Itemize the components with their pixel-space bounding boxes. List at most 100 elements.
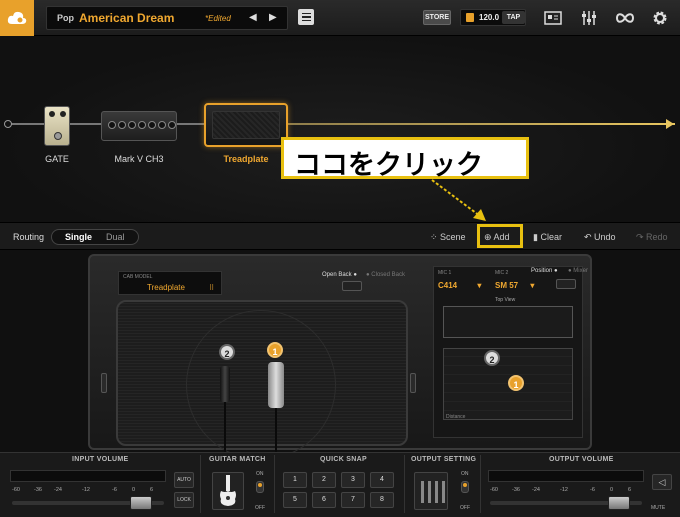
open-back-label[interactable]: Open Back ● xyxy=(322,272,357,278)
signal-cable-output xyxy=(270,123,675,125)
mic1-condenser-icon[interactable] xyxy=(268,362,284,408)
output-fader-knob[interactable] xyxy=(608,496,630,510)
routing-single[interactable]: Single xyxy=(65,232,92,242)
preset-category: Pop xyxy=(57,13,74,23)
add-highlight-box xyxy=(477,224,523,248)
gate-label: GATE xyxy=(45,154,69,164)
cab-block[interactable] xyxy=(204,103,288,147)
mic2-dynamic-icon[interactable] xyxy=(220,366,230,402)
routing-bar: Routing Single Dual ⁘ Scene ⊕ Add ▮ Clea… xyxy=(0,222,680,250)
divider xyxy=(274,455,275,513)
divider xyxy=(200,455,201,513)
speaker-icon[interactable]: ◁ xyxy=(652,474,672,490)
guitar-match-title: GUITAR MATCH xyxy=(209,456,266,463)
quick-snap-button[interactable]: 3 xyxy=(341,472,365,488)
guitar-match-toggle[interactable] xyxy=(256,481,264,493)
prev-preset-icon[interactable]: ◀ xyxy=(249,12,257,23)
mixer-icon[interactable] xyxy=(580,9,598,27)
quick-snap-button[interactable]: 2 xyxy=(312,472,336,488)
top-bar: Pop American Dream *Edited ◀ ▶ STORE 120… xyxy=(0,0,680,36)
mic-cable xyxy=(275,408,277,452)
cloud-icon[interactable] xyxy=(0,0,34,36)
cab-handle-left xyxy=(101,373,107,393)
closed-back-label[interactable]: ● Closed Back xyxy=(366,272,405,278)
output-off-label: OFF xyxy=(460,505,470,511)
tempo-display[interactable]: 120.0 TAP xyxy=(460,9,526,26)
scale-label: 0 xyxy=(132,487,136,493)
mic1-label: MIC 1 xyxy=(438,270,452,276)
output-volume-title: OUTPUT VOLUME xyxy=(549,456,614,463)
cab-model-selector[interactable]: CAB MODEL Treadplate ⠿ xyxy=(118,271,222,295)
scale-label: -6 xyxy=(112,487,117,493)
input-fader-knob[interactable] xyxy=(130,496,152,510)
scale-label: -36 xyxy=(512,487,520,493)
output-arrow-icon xyxy=(666,119,674,129)
scale-label: -60 xyxy=(12,487,20,493)
cab-handle-right xyxy=(410,373,416,393)
quick-snap-button[interactable]: 4 xyxy=(370,472,394,488)
input-volume-title: INPUT VOLUME xyxy=(72,456,129,463)
routing-label: Routing xyxy=(13,232,45,242)
mic2-badge[interactable]: 2 xyxy=(219,344,235,360)
presets-panel-icon[interactable] xyxy=(544,9,562,27)
chevron-down-icon: ▾ xyxy=(477,281,482,290)
divider xyxy=(404,455,405,513)
cab-label: Treadplate xyxy=(223,154,269,164)
quick-snap-button[interactable]: 8 xyxy=(370,492,394,508)
mixer-label[interactable]: ● Mixer xyxy=(568,268,588,274)
speaker-outline xyxy=(186,310,336,460)
store-button[interactable]: STORE xyxy=(423,10,451,25)
preset-menu-icon[interactable] xyxy=(298,9,314,25)
callout-box: ココをクリック xyxy=(281,137,529,181)
preset-selector[interactable]: Pop American Dream *Edited ◀ ▶ xyxy=(46,6,288,30)
scale-label: 6 xyxy=(150,487,154,493)
output-meter xyxy=(488,470,644,482)
mute-label[interactable]: MUTE xyxy=(651,505,665,511)
scale-label: -6 xyxy=(590,487,595,493)
mic2-label: MIC 2 xyxy=(495,270,509,276)
gear-icon[interactable] xyxy=(651,9,669,27)
callout-text: ココをクリック xyxy=(294,150,483,181)
output-setting-title: OUTPUT SETTING xyxy=(411,456,477,463)
routing-dual[interactable]: Dual xyxy=(106,232,125,242)
back-type-switch[interactable] xyxy=(342,281,362,291)
guitar-off-label: OFF xyxy=(255,505,265,511)
lock-icon[interactable] xyxy=(466,13,474,22)
quick-snap-button[interactable]: 1 xyxy=(283,472,307,488)
next-preset-icon[interactable]: ▶ xyxy=(269,12,277,23)
scale-label: -12 xyxy=(560,487,568,493)
mic-cable xyxy=(224,402,226,452)
guitar-match-button[interactable] xyxy=(212,472,244,510)
output-setting-button[interactable] xyxy=(414,472,448,510)
position-mixer-switch[interactable] xyxy=(556,279,576,289)
loop-icon[interactable] xyxy=(615,9,635,27)
mic1-position-badge[interactable]: 1 xyxy=(508,375,524,391)
quick-snap-button[interactable]: 6 xyxy=(312,492,336,508)
routing-toggle[interactable]: Single Dual xyxy=(51,229,139,245)
mic1-select[interactable]: C414 ▾ xyxy=(438,281,481,290)
grid-icon: ⠿ xyxy=(209,285,215,292)
preset-name: American Dream xyxy=(79,11,175,25)
distance-label: Distance xyxy=(446,414,466,420)
quick-snap-button[interactable]: 7 xyxy=(341,492,365,508)
app-window: Pop American Dream *Edited ◀ ▶ STORE 120… xyxy=(0,0,680,517)
mic1-badge[interactable]: 1 xyxy=(267,342,283,358)
redo-icon: ↷ xyxy=(636,232,647,242)
clear-button[interactable]: ▮ Clear xyxy=(533,232,562,243)
mic2-position-badge[interactable]: 2 xyxy=(484,350,500,366)
position-label[interactable]: Position ● xyxy=(531,268,558,274)
amp-block[interactable] xyxy=(101,111,177,141)
quick-snap-button[interactable]: 5 xyxy=(283,492,307,508)
gate-pedal[interactable] xyxy=(44,106,70,146)
undo-button[interactable]: ↶ Undo xyxy=(584,232,616,243)
redo-button[interactable]: ↷ Redo xyxy=(636,232,668,243)
mic2-select[interactable]: SM 57 ▾ xyxy=(495,281,534,290)
output-setting-toggle[interactable] xyxy=(461,481,469,493)
scene-button[interactable]: ⁘ Scene xyxy=(430,232,466,243)
divider xyxy=(480,455,481,513)
lock-button[interactable]: LOCK xyxy=(174,492,194,508)
auto-button[interactable]: AUTO xyxy=(174,472,194,488)
preset-edited-status: *Edited xyxy=(205,14,231,23)
tap-button[interactable]: TAP xyxy=(502,11,525,24)
scene-icon: ⁘ xyxy=(430,232,441,242)
